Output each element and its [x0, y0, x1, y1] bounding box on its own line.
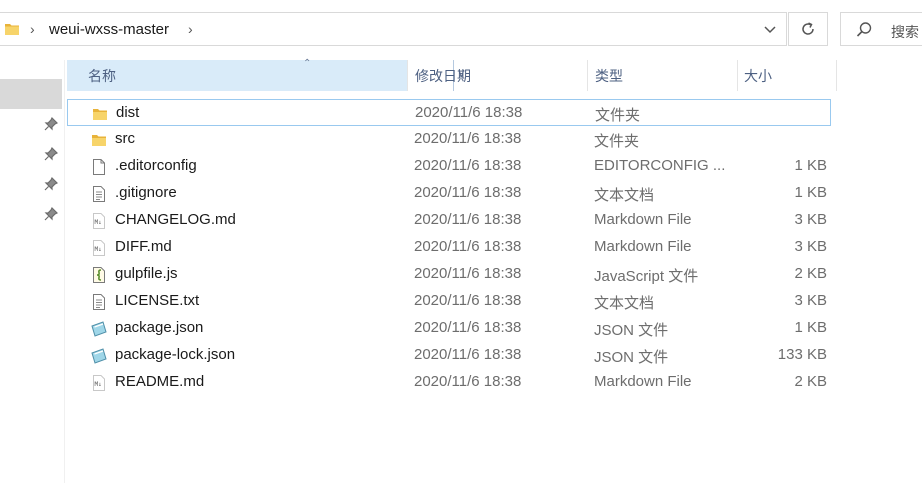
file-type: Markdown File: [594, 238, 692, 255]
search-icon: [856, 22, 872, 37]
file-date: 2020/11/6 18:38: [414, 157, 522, 174]
file-date: 2020/11/6 18:38: [414, 292, 522, 309]
file-size: 3 KB: [794, 211, 827, 228]
column-header-type[interactable]: 类型: [587, 60, 737, 91]
file-name: .editorconfig: [115, 157, 197, 174]
pin-icon[interactable]: [44, 207, 58, 221]
nav-item-selected[interactable]: [0, 79, 62, 109]
file-name: package.json: [115, 319, 204, 336]
refresh-icon: [802, 22, 814, 35]
file-row[interactable]: M↓ README.md 2020/11/6 18:38 Markdown File 2…: [67, 369, 831, 396]
column-header-label: 名称: [88, 67, 116, 84]
search-box[interactable]: 搜索: [840, 12, 922, 46]
file-date: 2020/11/6 18:38: [414, 346, 522, 363]
svg-text:M↓: M↓: [95, 381, 102, 388]
text-file-icon: [91, 294, 107, 310]
file-name: gulpfile.js: [115, 265, 178, 282]
file-row[interactable]: gulpfile.js 2020/11/6 18:38 JavaScript 文件 2…: [67, 261, 831, 288]
file-row[interactable]: dist 2020/11/6 18:38 文件夹: [67, 99, 831, 126]
file-size: 2 KB: [794, 265, 827, 282]
file-size: 133 KB: [777, 346, 827, 363]
file-size: 1 KB: [794, 319, 827, 336]
script-file-icon: [91, 267, 107, 283]
file-type: JSON 文件: [594, 349, 669, 366]
search-placeholder: 搜索: [891, 24, 919, 40]
file-row[interactable]: package.json 2020/11/6 18:38 JSON 文件 1 KB: [67, 315, 831, 342]
file-size: 1 KB: [794, 157, 827, 174]
column-header-date[interactable]: 修改日期: [407, 60, 587, 91]
folder-icon: [5, 24, 19, 35]
markdown-file-icon: M↓: [91, 240, 107, 256]
column-header-label: 修改日期: [415, 67, 471, 84]
file-date: 2020/11/6 18:38: [414, 211, 522, 228]
file-type: 文本文档: [594, 187, 655, 204]
file-row[interactable]: src 2020/11/6 18:38 文件夹: [67, 126, 831, 153]
pane-divider[interactable]: [64, 60, 65, 483]
breadcrumb[interactable]: weui-wxss-master: [49, 21, 169, 38]
refresh-button[interactable]: [788, 12, 828, 46]
pin-icon[interactable]: [44, 117, 58, 131]
file-name: .gitignore: [115, 184, 177, 201]
folder-icon: [92, 106, 108, 122]
file-type: EDITORCONFIG ...: [594, 157, 726, 174]
column-header-name[interactable]: 名称 ⌃ ∨: [67, 58, 466, 91]
column-header-label: 类型: [595, 67, 623, 84]
sort-ascending-icon: ⌃: [303, 58, 312, 69]
markdown-file-icon: M↓: [91, 375, 107, 391]
column-header-size[interactable]: 大小: [737, 60, 837, 91]
pin-icon[interactable]: [44, 147, 58, 161]
json-file-icon: [91, 321, 107, 337]
text-file-icon: [91, 186, 107, 202]
file-size: 1 KB: [794, 184, 827, 201]
file-type: JSON 文件: [594, 322, 669, 339]
file-type: 文件夹: [594, 133, 640, 150]
file-name: src: [115, 130, 135, 147]
file-name: CHANGELOG.md: [115, 211, 236, 228]
pin-icon[interactable]: [44, 177, 58, 191]
file-size: 3 KB: [794, 238, 827, 255]
file-date: 2020/11/6 18:38: [414, 319, 522, 336]
file-type: Markdown File: [594, 373, 692, 390]
chevron-down-icon[interactable]: [762, 21, 778, 37]
file-date: 2020/11/6 18:38: [415, 104, 523, 121]
file-name: DIFF.md: [115, 238, 172, 255]
file-date: 2020/11/6 18:38: [414, 184, 522, 201]
folder-icon: [91, 132, 107, 148]
file-date: 2020/11/6 18:38: [414, 373, 522, 390]
svg-text:M↓: M↓: [95, 246, 102, 253]
file-size: 2 KB: [794, 373, 827, 390]
file-name: README.md: [115, 373, 205, 390]
file-row[interactable]: M↓ DIFF.md 2020/11/6 18:38 Markdown File 3 K…: [67, 234, 831, 261]
file-date: 2020/11/6 18:38: [414, 238, 522, 255]
file-name: LICENSE.txt: [115, 292, 200, 309]
blank-file-icon: [91, 159, 107, 175]
column-header-label: 大小: [744, 67, 772, 84]
file-type: 文本文档: [594, 295, 655, 312]
chevron-right-icon[interactable]: ›: [30, 21, 35, 37]
json-file-icon: [91, 348, 107, 364]
chevron-right-icon[interactable]: ›: [188, 21, 193, 37]
file-row[interactable]: M↓ CHANGELOG.md 2020/11/6 18:38 Markdown Fi…: [67, 207, 831, 234]
address-bar[interactable]: › weui-wxss-master ›: [0, 12, 787, 46]
file-date: 2020/11/6 18:38: [414, 130, 522, 147]
file-row[interactable]: LICENSE.txt 2020/11/6 18:38 文本文档 3 KB: [67, 288, 831, 315]
file-size: 3 KB: [794, 292, 827, 309]
file-type: Markdown File: [594, 211, 692, 228]
file-type: JavaScript 文件: [594, 268, 699, 285]
file-type: 文件夹: [595, 107, 641, 124]
svg-text:M↓: M↓: [95, 219, 102, 226]
file-date: 2020/11/6 18:38: [414, 265, 522, 282]
file-row[interactable]: package-lock.json 2020/11/6 18:38 JSON 文件 1…: [67, 342, 831, 369]
file-row[interactable]: .editorconfig 2020/11/6 18:38 EDITORCONFIG…: [67, 153, 831, 180]
file-name: package-lock.json: [115, 346, 236, 363]
file-row[interactable]: .gitignore 2020/11/6 18:38 文本文档 1 KB: [67, 180, 831, 207]
file-name: dist: [116, 104, 140, 121]
markdown-file-icon: M↓: [91, 213, 107, 229]
